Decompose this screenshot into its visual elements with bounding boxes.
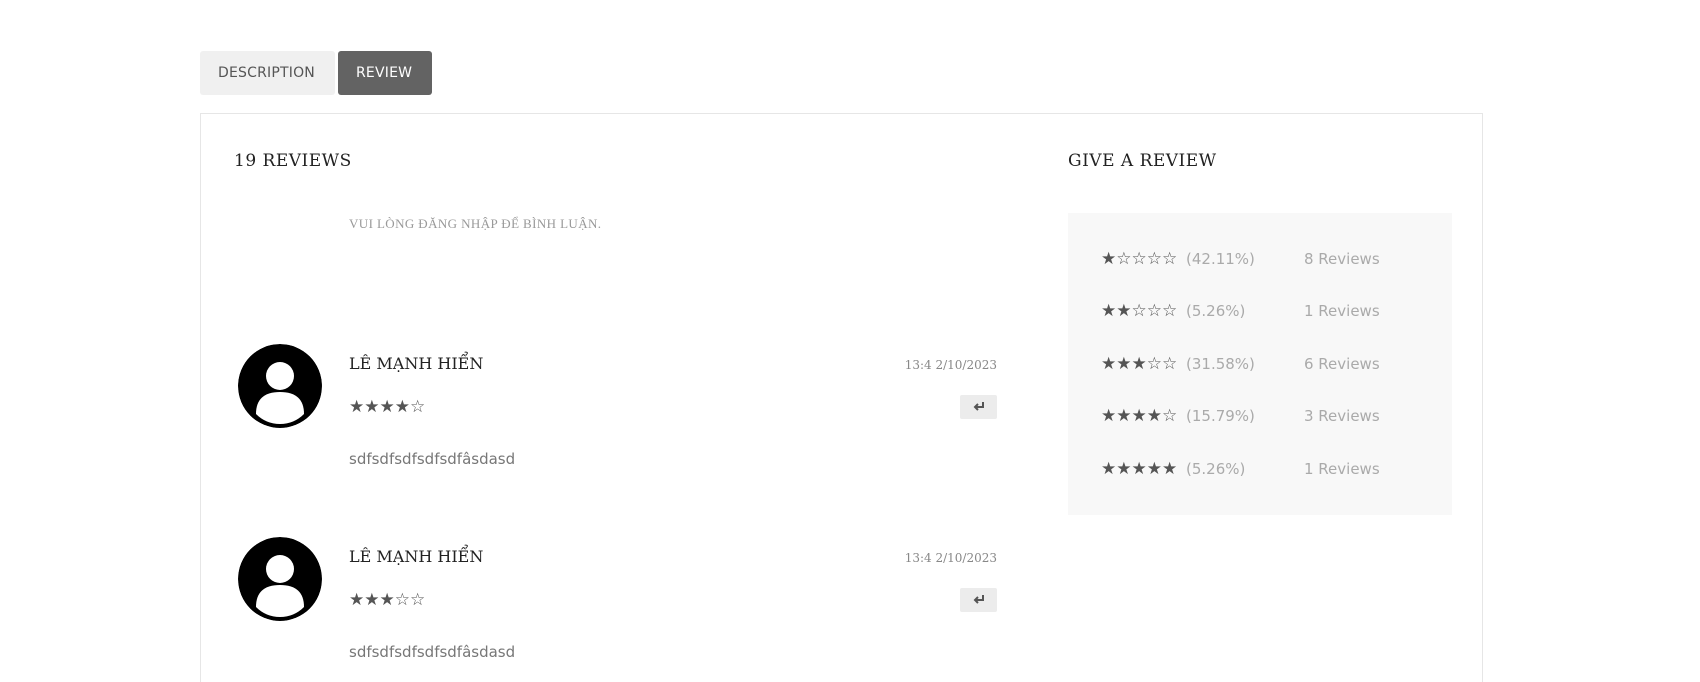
rating-row-1-star[interactable]: ★☆☆☆☆ (42.11%) 8 Reviews bbox=[1101, 247, 1441, 271]
rating-percent: (42.11%) bbox=[1186, 250, 1255, 268]
review-rating-stars: ★★★☆☆ bbox=[349, 590, 426, 609]
review-date: 13:4 2/10/2023 bbox=[904, 358, 997, 372]
review-panel: 19 REVIEWS VUI LÒNG ĐĂNG NHẬP ĐỂ BÌNH LU… bbox=[200, 113, 1483, 682]
login-required-note[interactable]: VUI LÒNG ĐĂNG NHẬP ĐỂ BÌNH LUẬN. bbox=[349, 216, 601, 232]
review-date: 13:4 2/10/2023 bbox=[904, 551, 997, 565]
product-tabs: DESCRIPTION REVIEW bbox=[200, 51, 432, 95]
tab-description[interactable]: DESCRIPTION bbox=[200, 51, 335, 95]
rating-percent: (15.79%) bbox=[1186, 407, 1255, 425]
rating-row-5-star[interactable]: ★★★★★ (5.26%) 1 Reviews bbox=[1101, 457, 1441, 481]
rating-row-4-star[interactable]: ★★★★☆ (15.79%) 3 Reviews bbox=[1101, 404, 1441, 428]
reply-button[interactable] bbox=[960, 588, 997, 612]
rating-stars: ★★★★★ bbox=[1101, 459, 1178, 478]
rating-percent: (5.26%) bbox=[1186, 302, 1246, 320]
rating-stars: ★★★★☆ bbox=[1101, 406, 1178, 425]
reviews-count-heading: 19 REVIEWS bbox=[234, 151, 352, 171]
reply-arrow-icon bbox=[973, 595, 984, 604]
rating-count: 3 Reviews bbox=[1304, 407, 1380, 425]
rating-stars: ★★☆☆☆ bbox=[1101, 301, 1178, 320]
review-content: sdfsdfsdfsdfsdfâsdasd bbox=[349, 450, 516, 468]
review-item: LÊ MẠNH HIỂN 13:4 2/10/2023 ★★★☆☆ sdfsdf… bbox=[234, 537, 1034, 682]
rating-count: 8 Reviews bbox=[1304, 250, 1380, 268]
review-content: sdfsdfsdfsdfsdfâsdasd bbox=[349, 643, 516, 661]
rating-count: 1 Reviews bbox=[1304, 302, 1380, 320]
review-item: LÊ MẠNH HIỂN 13:4 2/10/2023 ★★★★☆ sdfsdf… bbox=[234, 344, 1034, 494]
rating-count: 6 Reviews bbox=[1304, 355, 1380, 373]
review-rating-stars: ★★★★☆ bbox=[349, 397, 426, 416]
rating-percent: (5.26%) bbox=[1186, 460, 1246, 478]
rating-summary: ★☆☆☆☆ (42.11%) 8 Reviews ★★☆☆☆ (5.26%) 1… bbox=[1068, 213, 1452, 515]
rating-count: 1 Reviews bbox=[1304, 460, 1380, 478]
reviewer-name: LÊ MẠNH HIỂN bbox=[349, 354, 484, 373]
rating-row-2-star[interactable]: ★★☆☆☆ (5.26%) 1 Reviews bbox=[1101, 299, 1441, 323]
rating-stars: ★☆☆☆☆ bbox=[1101, 249, 1178, 268]
tab-review[interactable]: REVIEW bbox=[338, 51, 432, 95]
reply-button[interactable] bbox=[960, 395, 997, 419]
reply-arrow-icon bbox=[973, 402, 984, 411]
rating-percent: (31.58%) bbox=[1186, 355, 1255, 373]
rating-row-3-star[interactable]: ★★★☆☆ (31.58%) 6 Reviews bbox=[1101, 352, 1441, 376]
rating-stars: ★★★☆☆ bbox=[1101, 354, 1178, 373]
user-avatar-icon bbox=[238, 344, 322, 428]
user-avatar-icon bbox=[238, 537, 322, 621]
give-review-heading: GIVE A REVIEW bbox=[1068, 151, 1217, 171]
reviewer-name: LÊ MẠNH HIỂN bbox=[349, 547, 484, 566]
